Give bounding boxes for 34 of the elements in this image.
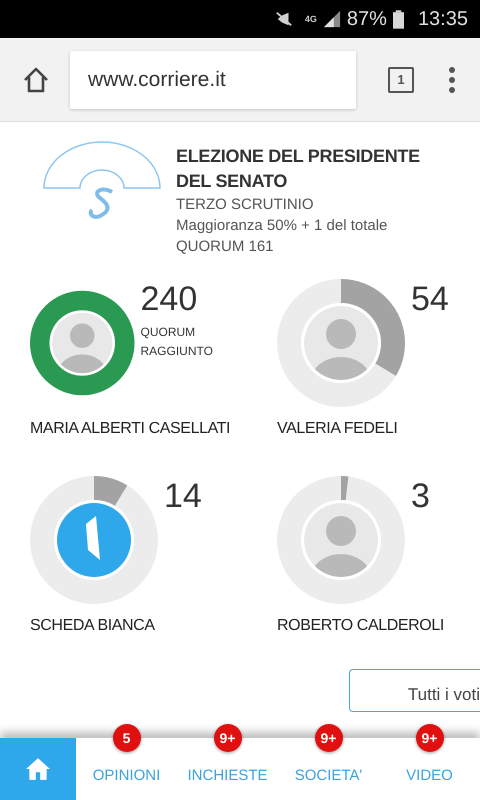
vote-count: 3 xyxy=(411,476,430,516)
vote-count: 54 xyxy=(411,279,449,319)
section-tab[interactable]: VIDEO xyxy=(404,763,455,788)
signal-icon xyxy=(322,10,341,28)
count-badge: 9+ xyxy=(416,724,444,752)
battery-percent: 87% xyxy=(346,8,387,30)
ballot-round: TERZO SCRUTINIO xyxy=(176,195,314,215)
address-bar[interactable]: www.corriere.it xyxy=(70,50,356,108)
all-votes-button[interactable]: Tutti i voti xyxy=(349,669,480,712)
clock: 13:35 xyxy=(418,8,468,30)
vote-count: 14 xyxy=(164,476,202,516)
candidate-name: SCHEDA BIANCA xyxy=(30,617,156,635)
count-badge: 9+ xyxy=(214,724,242,752)
home-tab[interactable] xyxy=(0,738,76,800)
quorum-label: QUORUM 161 xyxy=(176,237,275,257)
candidate-name: MARIA ALBERTI CASELLATI xyxy=(30,420,232,438)
tab-count-button[interactable]: 1 xyxy=(388,66,414,92)
count-badge: 9+ xyxy=(314,724,342,752)
home-icon[interactable] xyxy=(22,66,50,94)
vote-count: 240 xyxy=(140,279,198,319)
page-title: ELEZIONE DEL PRESIDENTE DEL SENATO xyxy=(176,145,421,193)
count-badge: 5 xyxy=(112,724,140,752)
section-tab[interactable]: INCHIESTE xyxy=(185,763,270,788)
menu-icon[interactable] xyxy=(448,66,456,94)
section-tab[interactable]: OPINIONI xyxy=(90,763,162,788)
candidate-name: VALERIA FEDELI xyxy=(277,420,398,438)
section-tab[interactable]: SOCIETA' xyxy=(292,763,364,788)
network-label: 4G xyxy=(304,14,317,24)
battery-icon xyxy=(392,10,404,28)
home-icon xyxy=(25,756,51,782)
mute-icon xyxy=(274,10,293,28)
quorum-reached-note: QUORUM RAGGIUNTO xyxy=(140,324,214,360)
candidate-name: ROBERTO CALDEROLI xyxy=(277,617,445,635)
majority-rule: Maggioranza 50% + 1 del totale xyxy=(176,216,388,236)
